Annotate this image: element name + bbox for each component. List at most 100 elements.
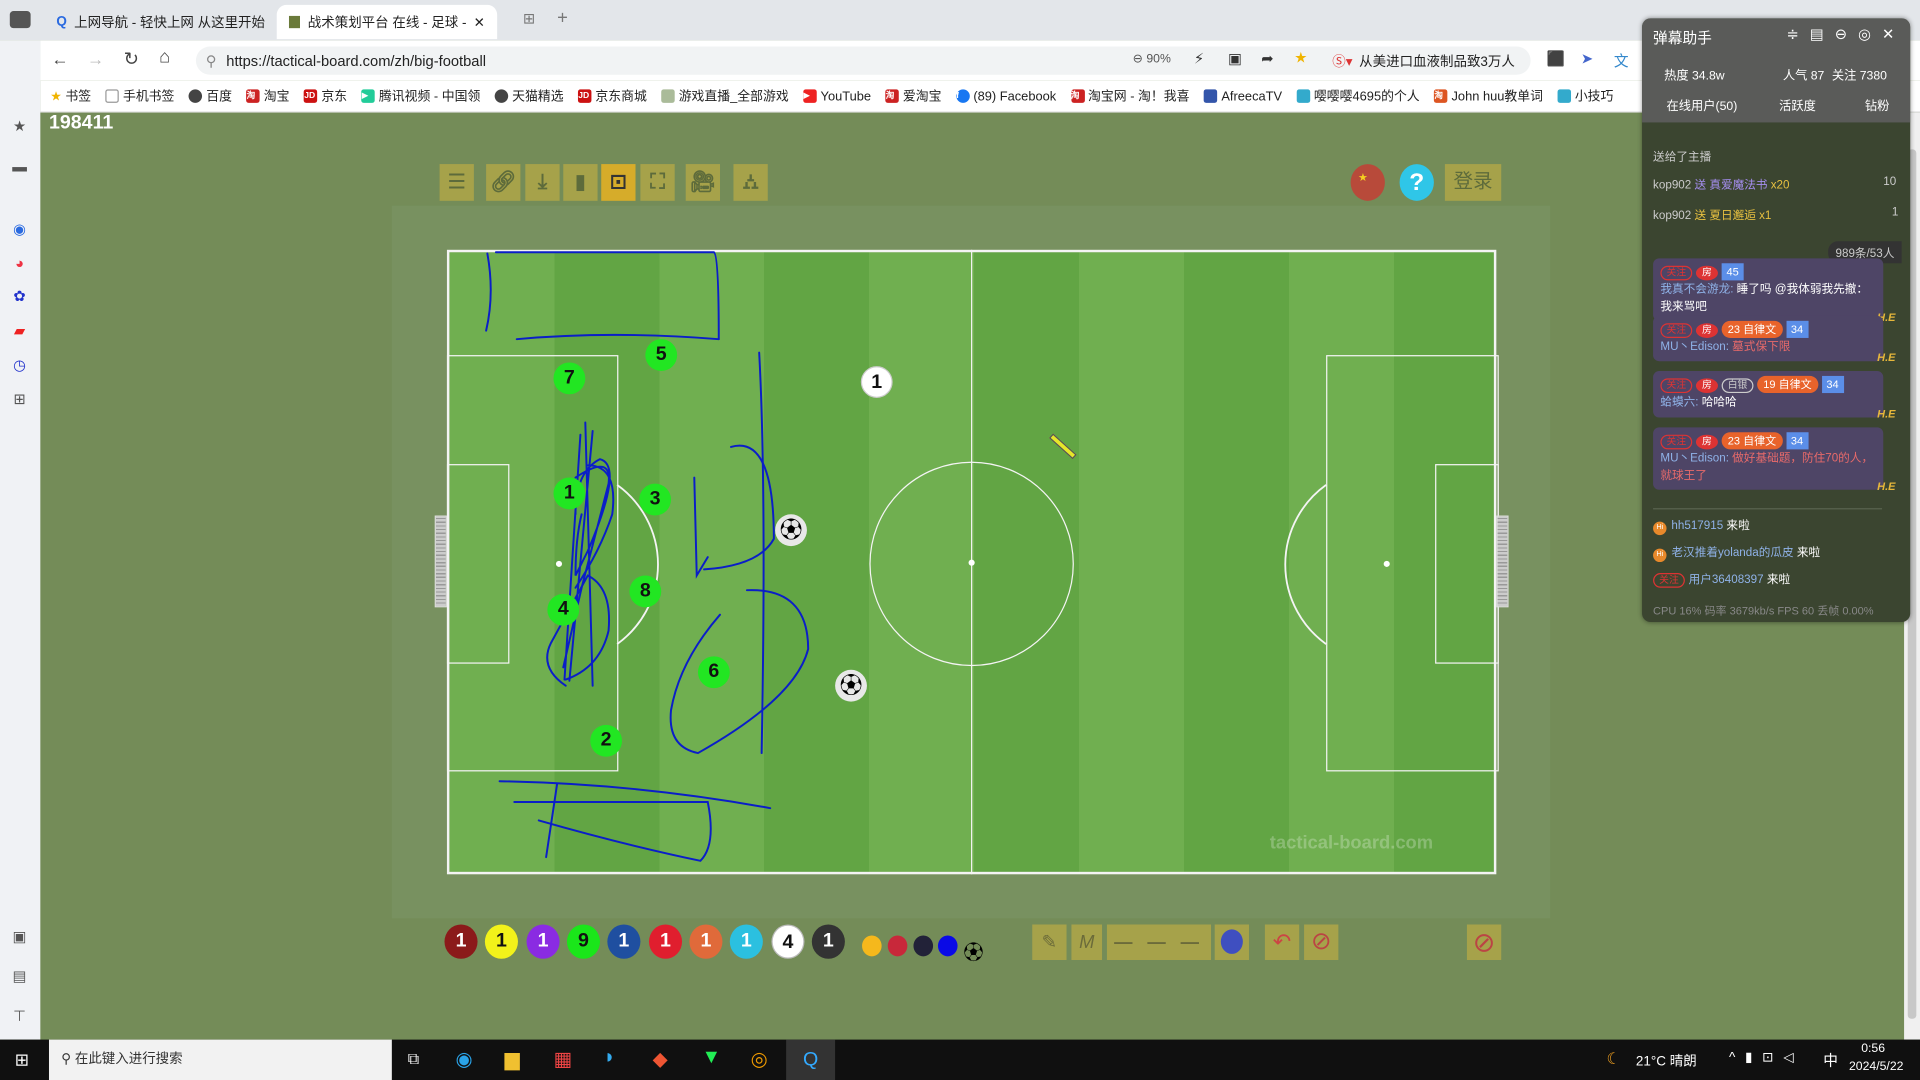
tab-activity[interactable]: 活跃度 (1779, 96, 1816, 113)
level-title: 自律文 (1778, 378, 1812, 391)
player-disc-9[interactable]: 1 (811, 924, 845, 959)
taskbar: ⊞ ⚲ 在此键入进行搜索 ⧉ ◉ ▆ ▦ ◗ ◆ ▼ ◎ Q ☾ 21°C 晴朗… (0, 1039, 1920, 1080)
player-green[interactable]: 4 (547, 593, 580, 626)
clear-drawing-button[interactable]: ⊘ (1304, 924, 1339, 961)
chat-user[interactable]: MU丶Edison: (1660, 452, 1729, 465)
search-placeholder: 在此键入进行搜索 (74, 1051, 183, 1067)
player-disc-5[interactable]: 1 (648, 924, 683, 959)
entry-action: 来啦 (1796, 546, 1821, 560)
level-title: 自律文 (1743, 323, 1777, 336)
chat-message: 关注房 23 自律文 34 MU丶Edison: 做好基础题，防住70的人，就球王了 H… (1653, 427, 1896, 492)
player-green[interactable]: 8 (629, 575, 662, 608)
fan-badge: 45 (1721, 263, 1744, 281)
edge-icon[interactable]: ◉ (456, 1047, 473, 1071)
tray-icons[interactable]: ^▮⊡◁ (1729, 1049, 1804, 1066)
football-icon[interactable]: ⚽︎ (775, 514, 807, 547)
follow-tag[interactable]: 关注 (1660, 265, 1693, 281)
football-icon[interactable]: ⚽︎ (835, 669, 867, 702)
chat-text: 墓式保下限 (1732, 340, 1791, 354)
q-browser-taskbar-icon[interactable]: Q (786, 1039, 836, 1080)
player-disc-1[interactable]: 1 (484, 924, 518, 959)
ime-indicator[interactable]: 中 (1823, 1049, 1838, 1070)
chat-user[interactable]: 蛤蟆六: (1660, 396, 1698, 409)
app-icon[interactable]: ◆ (653, 1047, 668, 1071)
player-disc-4[interactable]: 1 (607, 924, 641, 959)
chat-message: 关注房 23 自律文 34 MU丶Edison: 墓式保下限 H.E (1653, 315, 1896, 364)
performance-stats: CPU 16% 码率 3679kb/s FPS 60 丢帧 0.00% (1653, 604, 1874, 618)
follow-tag[interactable]: 关注 (1660, 434, 1693, 450)
taskbar-search[interactable]: ⚲ 在此键入进行搜索 (48, 1039, 392, 1080)
color-dot[interactable] (937, 935, 958, 957)
player-disc-8[interactable]: 4 (771, 924, 805, 959)
divider (1653, 508, 1883, 510)
player-green[interactable]: 1 (553, 477, 586, 510)
app-icon[interactable]: ▼ (702, 1047, 721, 1069)
player-white[interactable]: 1 (860, 366, 893, 398)
player-green[interactable]: 6 (697, 656, 730, 689)
line-color-button[interactable] (1214, 924, 1249, 961)
clock-date[interactable]: 2024/5/22 (1849, 1060, 1903, 1073)
panel-title: 弹幕助手 (1653, 29, 1712, 47)
chat-user[interactable]: 我真不会游龙: (1660, 283, 1733, 296)
freehand-tool-button[interactable]: M (1071, 924, 1103, 961)
line-style-button[interactable]: — — — (1106, 924, 1212, 961)
color-dot[interactable] (887, 935, 908, 957)
entry-line: Hi 老汉推着yolanda的瓜皮 来啦 (1653, 542, 1821, 563)
entry-user[interactable]: hh517915 (1671, 519, 1723, 532)
player-disc-3[interactable]: 9 (566, 924, 601, 959)
level-title: 自律文 (1743, 434, 1777, 447)
entry-action: 来啦 (1726, 519, 1750, 533)
heat-stat: 热度 34.8w (1664, 69, 1725, 84)
player-disc-0[interactable]: 1 (444, 924, 478, 959)
tab-diamond-fans[interactable]: 钻粉 (1865, 96, 1889, 113)
level-value: 19 (1763, 378, 1776, 391)
file-explorer-icon[interactable]: ▆ (504, 1047, 519, 1071)
follow-stat: 关注 7380 (1831, 69, 1887, 84)
player-green[interactable]: 7 (553, 362, 586, 395)
medal-badge: H.E (1877, 407, 1896, 421)
undo-button[interactable]: ↶ (1264, 924, 1300, 961)
player-green[interactable]: 5 (645, 339, 678, 372)
entry-user[interactable]: 用户36408397 (1689, 573, 1764, 586)
color-dot[interactable] (862, 935, 882, 957)
task-view-icon[interactable]: ⧉ (408, 1049, 419, 1069)
gift-count: x20 (1770, 178, 1790, 193)
player-disc-7[interactable]: 1 (729, 924, 763, 959)
windows-start-icon[interactable]: ⊞ (15, 1049, 29, 1070)
medal-badge: H.E (1877, 480, 1896, 493)
follow-tag[interactable]: 关注 (1660, 323, 1693, 338)
player-disc-2[interactable]: 1 (526, 924, 560, 959)
search-icon: ⚲ (61, 1051, 75, 1067)
room-badge: 房 (1695, 265, 1718, 281)
store-icon[interactable]: ▦ (553, 1047, 572, 1071)
entry-line: Hi hh517915 来啦 (1653, 516, 1750, 536)
popularity-stat: 人气 87 (1782, 69, 1825, 84)
gift-user: kop902 (1653, 178, 1692, 193)
tab-online-users[interactable]: 在线用户(50) (1667, 96, 1738, 113)
level-badge: 23 自律文 (1721, 432, 1783, 450)
app-icon[interactable]: ◎ (751, 1047, 768, 1071)
app-icon[interactable]: ◗ (604, 1047, 616, 1069)
ball-palette-icon[interactable]: ⚽︎ (964, 936, 984, 965)
gift-value: 1 (1891, 205, 1899, 220)
chat-message: 关注房白银 19 自律文 34 蛤蟆六: 哈哈哈 H.E (1653, 371, 1896, 420)
player-green[interactable]: 3 (639, 483, 672, 516)
player-disc-6[interactable]: 1 (689, 924, 723, 959)
color-dot[interactable] (913, 935, 934, 957)
weather[interactable]: 21°C 晴朗 (1636, 1051, 1697, 1071)
gift-name: 送 夏日邂逅 (1694, 209, 1756, 223)
clock-time[interactable]: 0:56 (1861, 1042, 1885, 1055)
player-green[interactable]: 2 (590, 724, 623, 757)
gift-value: 10 (1883, 175, 1897, 189)
gift-line: kop902 送 真爱魔法书 x20 10 (1653, 175, 1896, 193)
chat-user[interactable]: MU丶Edison: (1660, 340, 1729, 353)
entry-user[interactable]: 老汉推着yolanda的瓜皮 (1671, 546, 1793, 559)
gift-user: kop902 (1653, 209, 1692, 223)
follow-tag[interactable]: 关注 (1660, 378, 1693, 394)
pencil-tool-button[interactable]: ✎ (1032, 924, 1067, 961)
panel-controls[interactable]: ≑▤⊖◎✕ (1787, 26, 1906, 43)
follow-tag[interactable]: 关注 (1653, 573, 1685, 588)
level-badge: 19 自律文 (1757, 375, 1818, 394)
clear-all-button[interactable]: ⊘ (1466, 924, 1502, 961)
drawing-layer[interactable] (0, 0, 1920, 1080)
